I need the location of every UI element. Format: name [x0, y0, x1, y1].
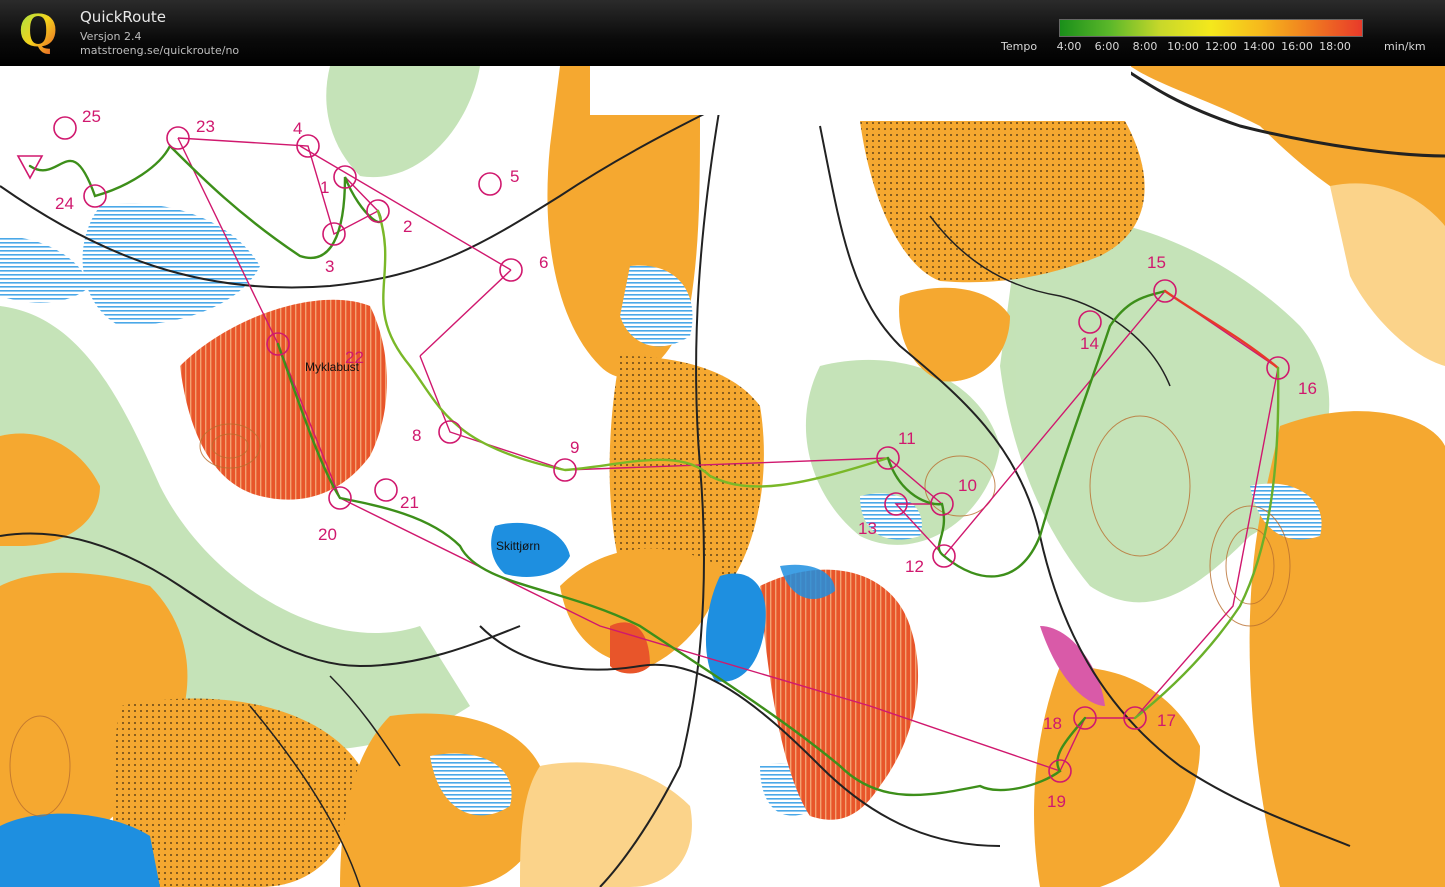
place-name-skittjorn: Skittjørn: [496, 539, 540, 553]
pace-tick-label: 16:00: [1281, 40, 1313, 53]
pace-tick-label: 10:00: [1167, 40, 1199, 53]
pace-color-scale: [1059, 19, 1363, 37]
control-number-21: 21: [400, 493, 419, 512]
app-title: QuickRoute: [80, 8, 166, 26]
pace-tick-label: 6:00: [1094, 40, 1120, 53]
pace-scale-label: Tempo: [1001, 40, 1038, 53]
control-number-24: 24: [55, 194, 74, 213]
control-number-6: 6: [539, 253, 548, 272]
control-number-15: 15: [1147, 253, 1166, 272]
control-number-23: 23: [196, 117, 215, 136]
control-number-4: 4: [293, 119, 302, 138]
app-url: matstroeng.se/quickroute/no: [80, 44, 240, 57]
control-number-18: 18: [1043, 714, 1062, 733]
control-number-5: 5: [510, 167, 519, 186]
control-number-12: 12: [905, 557, 924, 576]
info-box: [590, 66, 1131, 115]
control-number-10: 10: [958, 476, 977, 495]
control-number-8: 8: [412, 426, 421, 445]
control-number-3: 3: [325, 257, 334, 276]
place-name-myklabust: Myklabust: [305, 360, 360, 374]
control-number-25: 25: [82, 107, 101, 126]
control-number-1: 1: [320, 178, 329, 197]
control-number-13: 13: [858, 519, 877, 538]
control-number-20: 20: [318, 525, 337, 544]
control-number-11: 11: [898, 429, 916, 448]
control-number-9: 9: [570, 438, 579, 457]
pace-tick-label: 12:00: [1205, 40, 1237, 53]
pace-tick-label: 14:00: [1243, 40, 1275, 53]
orienteering-map[interactable]: 1234568910111213141516171819202122232425…: [0, 66, 1445, 887]
pace-scale-ticks: 4:00 6:00 8:00 10:00 12:00 14:00 16:00 18:00: [1056, 40, 1361, 54]
pace-tick-label: 8:00: [1132, 40, 1158, 53]
pace-unit-label: min/km: [1384, 40, 1426, 53]
control-number-16: 16: [1298, 379, 1317, 398]
svg-text:Q: Q: [19, 6, 57, 57]
header-bar: Q QuickRoute Versjon 2.4 matstroeng.se/q…: [0, 0, 1445, 66]
control-number-19: 19: [1047, 792, 1066, 811]
quickroute-logo-icon: Q: [19, 6, 57, 57]
control-number-14: 14: [1080, 334, 1099, 353]
pace-tick-label: 4:00: [1056, 40, 1082, 53]
control-number-2: 2: [403, 217, 412, 236]
pace-tick-label: 18:00: [1319, 40, 1351, 53]
app-version: Versjon 2.4: [80, 30, 142, 43]
control-number-17: 17: [1157, 711, 1176, 730]
